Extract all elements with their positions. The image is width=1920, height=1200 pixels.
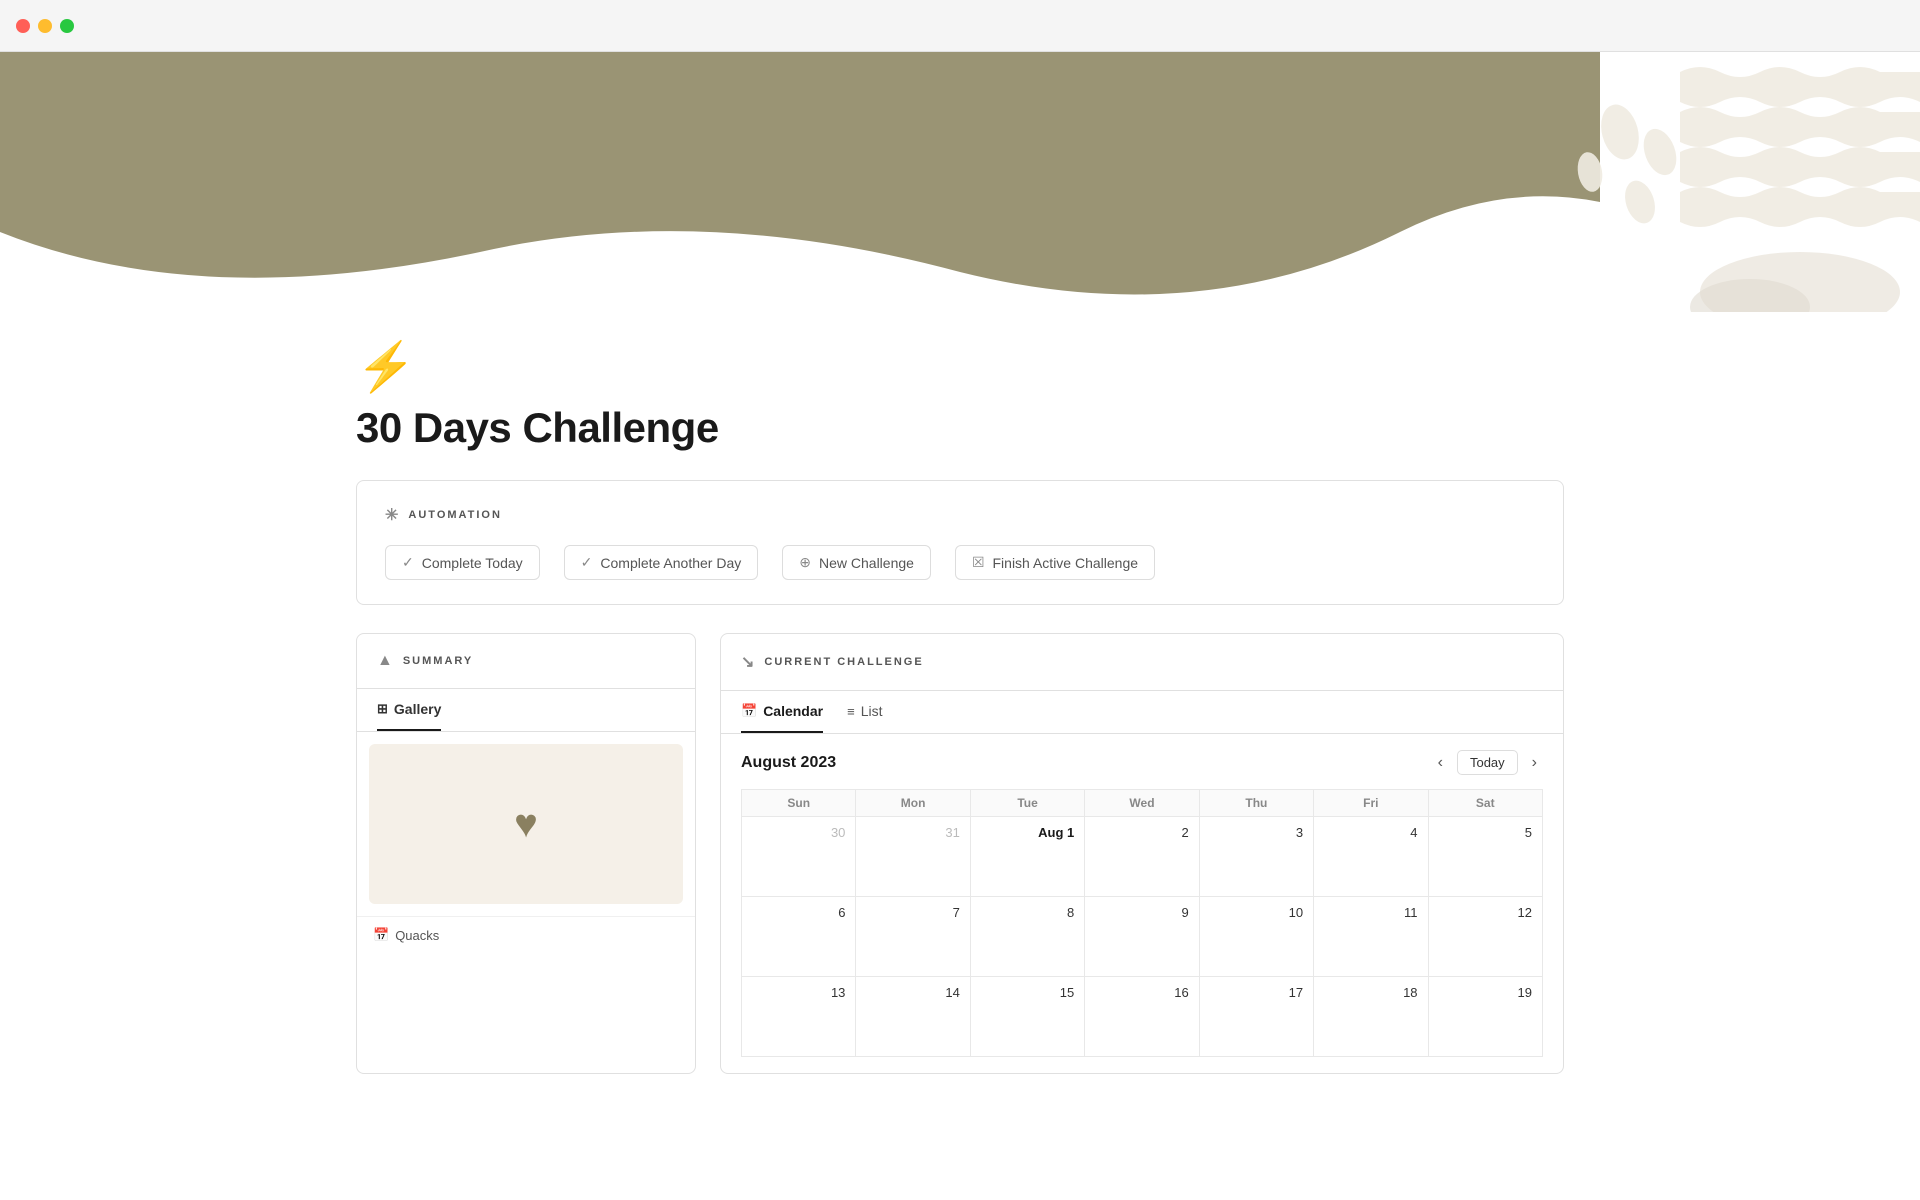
challenge-header: ↘ CURRENT CHALLENGE (721, 634, 1563, 691)
automation-label: AUTOMATION (408, 509, 502, 521)
maximize-button[interactable] (60, 19, 74, 33)
complete-today-button[interactable]: ✓ Complete Today (385, 545, 540, 580)
day-header-wed: Wed (1085, 790, 1199, 817)
summary-header: ▲ SUMMARY (357, 634, 695, 689)
calendar-grid: Sun Mon Tue Wed Thu Fri Sat 30 31 (741, 789, 1543, 1057)
challenge-label: CURRENT CHALLENGE (764, 656, 923, 668)
plus-icon: ⊕ (799, 554, 811, 571)
cal-cell-8[interactable]: 8 (970, 897, 1084, 977)
cal-cell-15[interactable]: 15 (970, 977, 1084, 1057)
cal-cell-18[interactable]: 18 (1314, 977, 1428, 1057)
check-icon-2: ✓ (581, 554, 593, 571)
heart-icon: ♥ (514, 802, 538, 847)
calendar-tab[interactable]: 📅 Calendar (741, 691, 823, 733)
calendar-prev-button[interactable]: ‹ (1432, 752, 1449, 774)
today-button[interactable]: Today (1457, 750, 1518, 775)
cal-cell-19[interactable]: 19 (1428, 977, 1542, 1057)
cal-cell-3[interactable]: 3 (1199, 817, 1313, 897)
day-header-tue: Tue (970, 790, 1084, 817)
page-title: 30 Days Challenge (356, 404, 1564, 452)
cal-cell-12[interactable]: 12 (1428, 897, 1542, 977)
summary-panel: ▲ SUMMARY ⊞ Gallery ♥ 📅 Quacks (356, 633, 696, 1074)
calendar-area: August 2023 ‹ Today › Sun Mon Tue Wed (721, 734, 1563, 1073)
finish-icon: ☒ (972, 554, 985, 571)
day-header-fri: Fri (1314, 790, 1428, 817)
calendar-row-3: 13 14 15 16 17 18 19 (742, 977, 1543, 1057)
challenge-panel: ↘ CURRENT CHALLENGE 📅 Calendar ≡ List Au… (720, 633, 1564, 1074)
challenge-tabs: 📅 Calendar ≡ List (721, 691, 1563, 734)
mountain-icon: ▲ (377, 652, 395, 670)
calendar-row: 30 31 Aug 1 2 3 4 5 (742, 817, 1543, 897)
cal-cell-2[interactable]: 2 (1085, 817, 1199, 897)
list-tab-label: List (861, 703, 883, 719)
close-button[interactable] (16, 19, 30, 33)
calendar-next-button[interactable]: › (1526, 752, 1543, 774)
cal-cell-30[interactable]: 30 (742, 817, 856, 897)
cal-cell-7[interactable]: 7 (856, 897, 970, 977)
cal-cell-14[interactable]: 14 (856, 977, 970, 1057)
automation-buttons: ✓ Complete Today ✓ Complete Another Day … (385, 545, 1535, 580)
gallery-tab[interactable]: ⊞ Gallery (377, 689, 441, 731)
gallery-tab-label: Gallery (394, 701, 441, 717)
day-header-thu: Thu (1199, 790, 1313, 817)
finish-active-challenge-button[interactable]: ☒ Finish Active Challenge (955, 545, 1155, 580)
cal-cell-11[interactable]: 11 (1314, 897, 1428, 977)
page-icon: ⚡ (356, 344, 1564, 392)
card-footer-text: Quacks (395, 928, 439, 943)
gallery-card: ♥ (369, 744, 683, 904)
calendar-nav: August 2023 ‹ Today › (741, 750, 1543, 775)
panels-row: ▲ SUMMARY ⊞ Gallery ♥ 📅 Quacks ↘ CURRENT (356, 633, 1564, 1074)
summary-label: SUMMARY (403, 655, 473, 667)
cal-cell-16[interactable]: 16 (1085, 977, 1199, 1057)
gallery-icon: ⊞ (377, 701, 388, 717)
day-header-sun: Sun (742, 790, 856, 817)
cal-cell-13[interactable]: 13 (742, 977, 856, 1057)
automation-block: ✳ AUTOMATION ✓ Complete Today ✓ Complete… (356, 480, 1564, 605)
calendar-row-2: 6 7 8 9 10 11 12 (742, 897, 1543, 977)
complete-today-label: Complete Today (422, 555, 523, 571)
finish-active-challenge-label: Finish Active Challenge (993, 555, 1139, 571)
cal-cell-10[interactable]: 10 (1199, 897, 1313, 977)
complete-another-day-button[interactable]: ✓ Complete Another Day (564, 545, 759, 580)
day-header-mon: Mon (856, 790, 970, 817)
check-icon: ✓ (402, 554, 414, 571)
automation-header: ✳ AUTOMATION (385, 505, 1535, 525)
day-header-sat: Sat (1428, 790, 1542, 817)
calendar-nav-right: ‹ Today › (1432, 750, 1543, 775)
list-tab-icon: ≡ (847, 704, 855, 719)
arrow-icon: ↘ (741, 652, 756, 672)
cal-cell-aug1[interactable]: Aug 1 (970, 817, 1084, 897)
card-footer-icon: 📅 (373, 927, 389, 943)
new-challenge-button[interactable]: ⊕ New Challenge (782, 545, 931, 580)
minimize-button[interactable] (38, 19, 52, 33)
cal-cell-4[interactable]: 4 (1314, 817, 1428, 897)
list-tab[interactable]: ≡ List (847, 691, 882, 733)
titlebar (0, 0, 1920, 52)
complete-another-day-label: Complete Another Day (600, 555, 741, 571)
cal-cell-9[interactable]: 9 (1085, 897, 1199, 977)
cal-cell-6[interactable]: 6 (742, 897, 856, 977)
automation-icon: ✳ (385, 505, 400, 525)
cal-cell-5[interactable]: 5 (1428, 817, 1542, 897)
calendar-tab-label: Calendar (763, 703, 823, 719)
card-footer: 📅 Quacks (357, 916, 695, 953)
main-content: ⚡ 30 Days Challenge ✳ AUTOMATION ✓ Compl… (260, 344, 1660, 1074)
cal-cell-31[interactable]: 31 (856, 817, 970, 897)
summary-tab-row: ⊞ Gallery (357, 689, 695, 732)
new-challenge-label: New Challenge (819, 555, 914, 571)
hero-banner (0, 52, 1920, 312)
calendar-tab-icon: 📅 (741, 703, 757, 719)
cal-cell-17[interactable]: 17 (1199, 977, 1313, 1057)
calendar-month: August 2023 (741, 754, 836, 772)
